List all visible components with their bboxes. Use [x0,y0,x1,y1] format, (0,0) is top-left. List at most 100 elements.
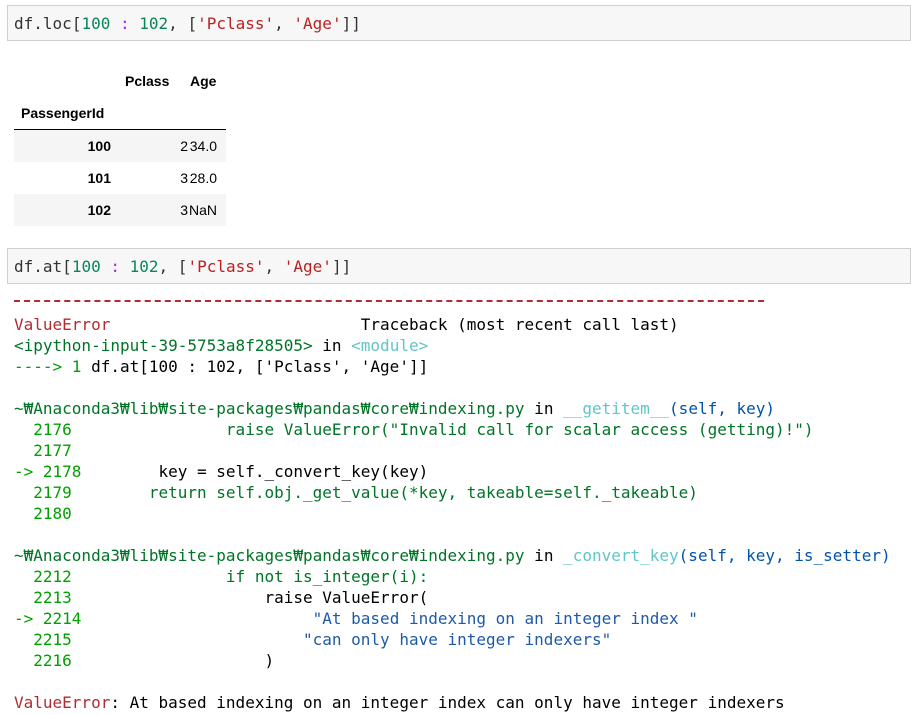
line-number: 2180 [33,504,72,523]
code-token: 'Age' [293,14,342,33]
line-number: 2176 [33,420,72,439]
module-name: <module> [351,336,429,355]
frame-1-line: 2179 return self.obj._get_value(*key, ta… [14,482,698,503]
frame-1-header: ~₩Anaconda3₩lib₩site-packages₩pandas₩cor… [14,398,775,419]
cell-pclass: 3 [180,202,188,218]
line-code: if not is_integer(i): [225,567,429,586]
frame-2-line: 2212 if not is_integer(i): [14,566,428,587]
line-number: 2215 [33,630,72,649]
code-token: , [274,14,294,33]
row-index: 102 [87,202,111,218]
final-error-type: ValueError [14,693,111,712]
ipython-input-link[interactable]: <ipython-input-39-5753a8f28505> [14,336,313,355]
line-code: return self.obj._get_value(*key, takeabl… [148,483,698,502]
code-token: 102 [129,257,159,276]
table-row: 100 2 34.0 [14,130,226,162]
line-code: key = self._convert_key(key) [158,462,429,481]
frame-1-line: 2180 [14,503,72,524]
traceback-arrow-line: ----> 1 df.at[100 : 102, ['Pclass', 'Age… [14,356,428,377]
code-token: ] [331,257,342,276]
line-number: 2216 [33,651,72,670]
line-number-current: -> 2214 [14,609,82,628]
code-token: : [110,14,140,33]
arrow-code: df.at[100 : 102, ['Pclass', 'Age']] [91,357,429,376]
frame-func: _convert_key [563,546,679,565]
frame-2-line: 2216 ) [14,650,274,671]
table-row: 102 3 NaN [14,194,226,226]
code-token: at [42,257,63,276]
line-number: 2212 [33,567,72,586]
column-header-age: Age [190,73,217,89]
code-cell-1[interactable]: df.loc[100 : 102, ['Pclass', 'Age']] [7,5,911,41]
final-error-line: ValueError: At based indexing on an inte… [14,692,785,713]
cell-age: 28.0 [189,170,217,186]
in-word: in [524,399,564,418]
cell-pclass: 3 [180,170,188,186]
frame-args: (self, key, is_setter) [678,546,891,565]
in-word: in [312,336,352,355]
frame-path[interactable]: ~₩Anaconda3₩lib₩site-packages₩pandas₩cor… [14,399,525,418]
frame-2-line: 2213 raise ValueError( [14,587,428,608]
frame-1-line: 2176 raise ValueError("Invalid call for … [14,419,814,440]
code-token: 'Pclass' [197,14,275,33]
code-token: . [33,257,43,276]
table-row: 101 3 28.0 [14,162,226,194]
code-cell-2[interactable]: df.at[100 : 102, ['Pclass', 'Age']] [7,248,911,284]
code-token: 'Pclass' [187,257,265,276]
code-token: : [100,257,130,276]
row-index: 100 [87,138,111,154]
line-code: raise ValueError("Invalid call for scala… [225,420,814,439]
code-token: , [264,257,284,276]
code-token: [ [62,257,72,276]
frame-path[interactable]: ~₩Anaconda3₩lib₩site-packages₩pandas₩cor… [14,546,525,565]
in-word: in [524,546,564,565]
frame-1-line: 2177 [14,440,72,461]
cell-age: NaN [188,202,217,218]
line-number: 2213 [33,588,72,607]
code-token: [ [177,257,188,276]
code-token: , [168,14,188,33]
code-token: [ [187,14,198,33]
code-token: 102 [139,14,169,33]
traceback-header: ValueError Traceback (most recent call l… [14,314,679,335]
code-token: loc [42,14,72,33]
code-token: . [33,14,43,33]
line-code: raise ValueError( [264,588,429,607]
code-token: df [14,14,34,33]
frame-2-header: ~₩Anaconda3₩lib₩site-packages₩pandas₩cor… [14,545,891,566]
code-token: 100 [81,14,111,33]
code-token: ] [351,14,361,33]
line-code: "At based indexing on an integer index " [312,609,698,628]
code-token: , [158,257,178,276]
line-code: "can only have integer indexers" [302,630,612,649]
cell-age: 34.0 [189,138,217,154]
code-token: df [14,257,34,276]
line-number: 2177 [33,441,72,460]
code-token: 'Age' [283,257,332,276]
code-cell-1-source[interactable]: df.loc[100 : 102, ['Pclass', 'Age']] [14,14,361,34]
index-name: PassengerId [21,105,105,121]
code-token: 100 [71,257,101,276]
line-number-current: -> 2178 [14,462,82,481]
frame-2-line: 2215 "can only have integer indexers" [14,629,611,650]
code-token: ] [341,257,352,276]
line-code: ) [264,651,275,670]
line-number: 2179 [33,483,72,502]
final-error-message: : At based indexing on an integer index … [110,693,785,712]
error-type: ValueError [14,315,111,334]
frame-2-line-current: -> 2214 "At based indexing on an integer… [14,608,698,629]
code-cell-2-source[interactable]: df.at[100 : 102, ['Pclass', 'Age']] [14,257,351,277]
code-token: [ [71,14,82,33]
traceback-title: Traceback (most recent call last) [360,315,679,334]
column-header-pclass: Pclass [125,73,170,89]
traceback-separator [14,300,764,302]
